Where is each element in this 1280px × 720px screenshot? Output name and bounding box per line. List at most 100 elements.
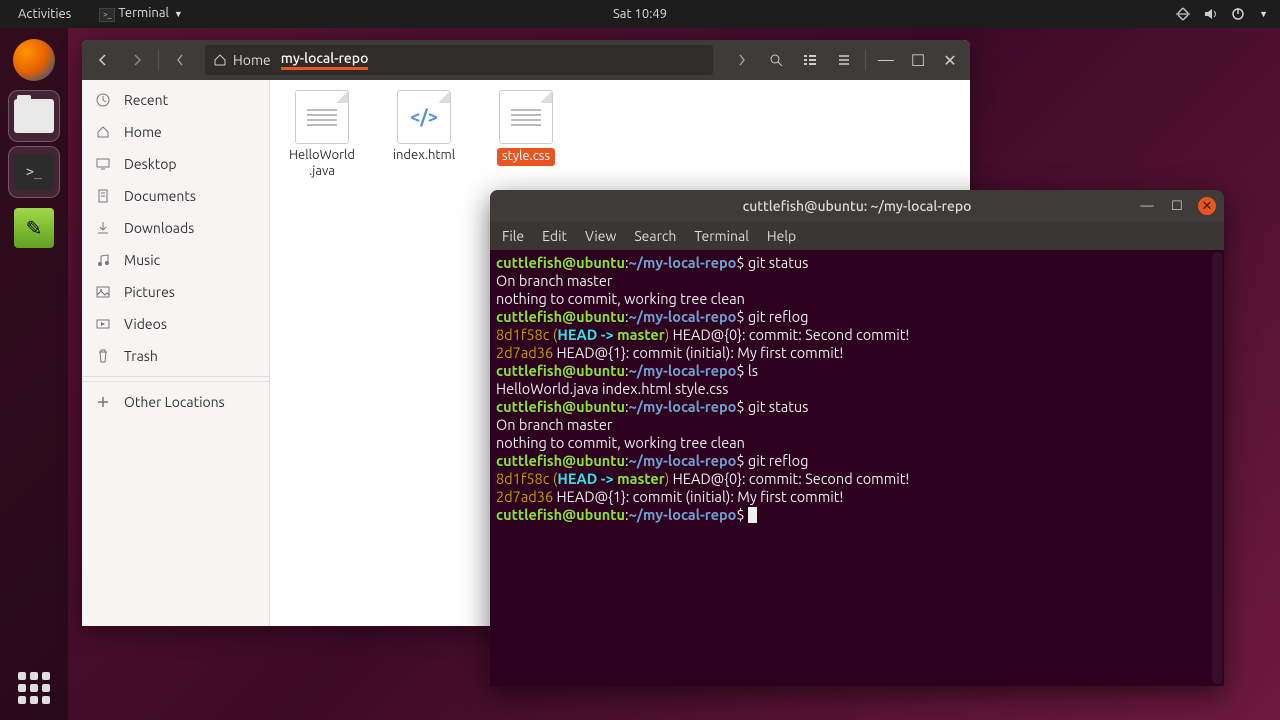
terminal-scrollbar[interactable] [1212, 252, 1222, 684]
sidebar-item-other-locations[interactable]: Other Locations [82, 386, 269, 418]
path-forward-button[interactable] [727, 46, 757, 74]
video-icon [96, 317, 112, 331]
sidebar-item-label: Downloads [124, 220, 194, 236]
sidebar-item-downloads[interactable]: Downloads [82, 212, 269, 244]
sidebar-item-home[interactable]: Home [82, 116, 269, 148]
system-menu-chevron-icon[interactable]: ▼ [1259, 9, 1268, 19]
terminal-line: cuttlefish@ubuntu:~/my-local-repo$ git r… [496, 452, 1218, 470]
home-icon [213, 53, 227, 67]
trash-icon [96, 349, 112, 363]
dock-terminal[interactable]: >_ [8, 146, 60, 198]
nav-forward-button[interactable] [122, 46, 152, 74]
terminal-line: On branch master [496, 416, 1218, 434]
sidebar-item-label: Pictures [124, 284, 175, 300]
dock-files[interactable] [8, 90, 60, 142]
sidebar-item-label: Other Locations [124, 394, 225, 410]
maximize-button[interactable]: ☐ [904, 46, 932, 74]
list-icon [803, 53, 817, 67]
file-icon: </> [397, 90, 451, 144]
sidebar-item-label: Recent [124, 92, 168, 108]
topbar-app-menu[interactable]: >_ Terminal ▼ [91, 2, 191, 26]
terminal-title: cuttlefish@ubuntu: ~/my-local-repo [743, 198, 972, 214]
sidebar-item-label: Desktop [124, 156, 177, 172]
sidebar-item-label: Home [124, 124, 162, 140]
terminal-menu-edit[interactable]: Edit [542, 228, 567, 244]
breadcrumb-current[interactable]: my-local-repo [281, 50, 369, 70]
minimize-button[interactable]: — [872, 46, 900, 74]
dock-show-apps[interactable] [14, 668, 54, 708]
terminal-line: cuttlefish@ubuntu:~/my-local-repo$ git r… [496, 308, 1218, 326]
file-item[interactable]: style.css [486, 90, 566, 166]
volume-icon[interactable] [1203, 7, 1219, 21]
home-icon [96, 125, 112, 139]
terminal-menu-help[interactable]: Help [767, 228, 796, 244]
file-label: index.html [393, 148, 455, 164]
doc-icon [96, 189, 112, 203]
terminal-menubar: File Edit View Search Terminal Help [490, 222, 1224, 250]
clock[interactable]: Sat 10:49 [613, 7, 667, 21]
file-icon [499, 90, 553, 144]
sidebar-item-label: Music [124, 252, 160, 268]
hamburger-icon [837, 53, 851, 67]
terminal-close-button[interactable]: ✕ [1198, 197, 1216, 215]
desktop-icon [96, 157, 112, 171]
download-icon [96, 221, 112, 235]
firefox-icon [13, 39, 55, 81]
sidebar-item-music[interactable]: Music [82, 244, 269, 276]
search-button[interactable] [761, 46, 791, 74]
nav-back-button[interactable] [88, 46, 118, 74]
terminal-icon: >_ [99, 8, 115, 22]
terminal-titlebar[interactable]: cuttlefish@ubuntu: ~/my-local-repo — ☐ ✕ [490, 190, 1224, 222]
files-sidebar: Recent Home Desktop Documents Downloads Music… [82, 80, 270, 626]
file-item[interactable]: </> index.html [384, 90, 464, 164]
file-label: style.css [497, 148, 555, 166]
topbar-app-label: Terminal [118, 6, 169, 20]
terminal-menu-view[interactable]: View [585, 228, 616, 244]
sidebar-item-pictures[interactable]: Pictures [82, 276, 269, 308]
dock-firefox[interactable] [8, 34, 60, 86]
sidebar-item-label: Videos [124, 316, 167, 332]
music-icon [96, 253, 112, 267]
pic-icon [96, 285, 112, 299]
terminal-body[interactable]: cuttlefish@ubuntu:~/my-local-repo$ git s… [490, 250, 1224, 686]
terminal-line: 2d7ad36 HEAD@{1}: commit (initial): My f… [496, 488, 1218, 506]
sidebar-item-documents[interactable]: Documents [82, 180, 269, 212]
terminal-icon: >_ [14, 154, 54, 190]
terminal-cursor [748, 507, 757, 523]
terminal-line: cuttlefish@ubuntu:~/my-local-repo$ git s… [496, 398, 1218, 416]
view-list-button[interactable] [795, 46, 825, 74]
activities-button[interactable]: Activities [10, 3, 79, 25]
sidebar-item-label: Trash [124, 348, 158, 364]
terminal-menu-file[interactable]: File [502, 228, 524, 244]
terminal-minimize-button[interactable]: — [1138, 197, 1156, 215]
terminal-line: 8d1f58c (HEAD -> master) HEAD@{0}: commi… [496, 470, 1218, 488]
terminal-maximize-button[interactable]: ☐ [1168, 197, 1186, 215]
breadcrumb-home-label: Home [233, 52, 271, 68]
terminal-menu-terminal[interactable]: Terminal [694, 228, 749, 244]
sidebar-item-recent[interactable]: Recent [82, 84, 269, 116]
clock-icon [96, 93, 112, 107]
chevron-down-icon: ▼ [174, 9, 183, 19]
close-button[interactable]: ✕ [936, 46, 964, 74]
terminal-line: 2d7ad36 HEAD@{1}: commit (initial): My f… [496, 344, 1218, 362]
file-icon [295, 90, 349, 144]
breadcrumb-home[interactable]: Home [213, 52, 271, 68]
plus-icon [96, 395, 112, 409]
sidebar-item-trash[interactable]: Trash [82, 340, 269, 372]
terminal-line: On branch master [496, 272, 1218, 290]
file-item[interactable]: HelloWorld .java [282, 90, 362, 179]
power-icon[interactable] [1231, 7, 1245, 21]
terminal-menu-search[interactable]: Search [634, 228, 676, 244]
dock-notepad[interactable]: ✎ [8, 202, 60, 254]
path-back-button[interactable] [165, 46, 195, 74]
terminal-line: 8d1f58c (HEAD -> master) HEAD@{0}: commi… [496, 326, 1218, 344]
files-headerbar: Home my-local-repo — ☐ ✕ [82, 40, 970, 80]
terminal-line: cuttlefish@ubuntu:~/my-local-repo$ ls [496, 362, 1218, 380]
sidebar-item-videos[interactable]: Videos [82, 308, 269, 340]
breadcrumb[interactable]: Home my-local-repo [205, 45, 713, 75]
terminal-line: nothing to commit, working tree clean [496, 290, 1218, 308]
hamburger-button[interactable] [829, 46, 859, 74]
search-icon [769, 53, 783, 67]
network-icon[interactable] [1175, 7, 1191, 21]
sidebar-item-desktop[interactable]: Desktop [82, 148, 269, 180]
